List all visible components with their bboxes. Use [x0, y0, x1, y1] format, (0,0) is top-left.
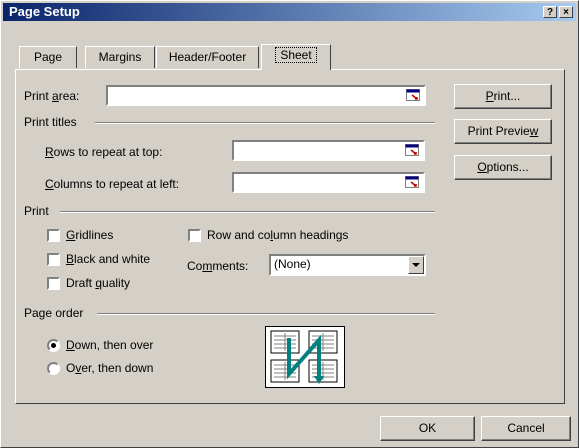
gridlines-label: Gridlines	[66, 228, 114, 242]
cancel-button[interactable]: Cancel	[481, 416, 571, 441]
rows-repeat-label: Rows to repeat at top:	[45, 145, 163, 159]
print-group-label: Print	[24, 204, 49, 218]
tab-margins[interactable]: Margins	[85, 46, 155, 68]
row-col-headings-checkbox[interactable]	[188, 229, 201, 242]
draft-quality-checkbox[interactable]	[47, 277, 60, 290]
chevron-down-icon[interactable]	[408, 256, 424, 274]
row-col-headings-label: Row and column headings	[207, 228, 349, 242]
collapse-dialog-icon[interactable]	[405, 144, 419, 156]
print-area-label: Print area:	[24, 89, 80, 103]
black-white-label: Black and white	[66, 252, 151, 266]
close-button[interactable]: ×	[559, 6, 573, 18]
tab-sheet[interactable]: Sheet	[261, 44, 331, 70]
page-order-group-label: Page order	[24, 306, 84, 320]
gridlines-checkbox[interactable]	[47, 229, 60, 242]
comments-label: Comments:	[187, 259, 249, 273]
print-titles-group-label: Print titles	[24, 115, 77, 129]
comments-select-value: (None)	[274, 257, 311, 271]
black-white-checkbox[interactable]	[47, 253, 60, 266]
help-button[interactable]: ?	[543, 6, 557, 18]
columns-repeat-label: Columns to repeat at left:	[45, 177, 180, 191]
print-titles-divider	[95, 122, 435, 124]
over-then-down-radio[interactable]	[47, 362, 60, 375]
down-then-over-radio[interactable]	[47, 339, 60, 352]
print-area-input[interactable]	[106, 85, 426, 106]
comments-select[interactable]: (None)	[269, 254, 426, 276]
options-button[interactable]: Options...	[454, 155, 552, 180]
dialog-title: Page Setup	[9, 4, 80, 19]
tab-header-footer[interactable]: Header/Footer	[156, 46, 259, 68]
tab-page[interactable]: Page	[19, 46, 77, 68]
rows-repeat-input[interactable]	[232, 140, 425, 161]
print-button[interactable]: Print...	[454, 84, 552, 109]
collapse-dialog-icon[interactable]	[405, 176, 419, 188]
collapse-dialog-icon[interactable]	[406, 89, 420, 101]
draft-quality-label: Draft quality	[66, 276, 131, 290]
page-order-preview-icon	[265, 326, 345, 388]
radio-selected-dot	[51, 343, 56, 348]
ok-button[interactable]: OK	[380, 416, 475, 441]
columns-repeat-input[interactable]	[232, 172, 425, 193]
print-preview-button[interactable]: Print Preview	[454, 119, 552, 144]
down-then-over-label: Down, then over	[66, 338, 154, 352]
print-divider	[60, 211, 435, 213]
page-order-divider	[97, 313, 435, 315]
title-bar[interactable]: Page Setup ? ×	[3, 3, 576, 21]
over-then-down-label: Over, then down	[66, 361, 154, 375]
